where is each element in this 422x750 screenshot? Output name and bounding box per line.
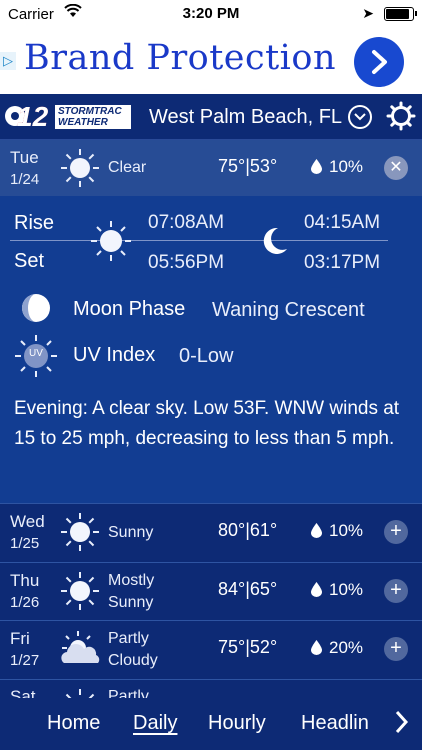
moon-phase-value: Waning Crescent [212, 299, 365, 321]
sun-icon [65, 689, 95, 698]
adchoices-icon[interactable]: ▷ [0, 52, 16, 70]
day-date: 1/25 [10, 535, 40, 552]
sunrise-time: 07:08AM [148, 212, 225, 233]
forecast-row-fri[interactable]: Fri 1/27 Partly Cloudy 75°|52° 20% + [0, 621, 422, 679]
precip-chance: 20% [329, 638, 364, 657]
temperature-range: 84°|65° [218, 579, 277, 600]
uv-index-icon: UV [14, 334, 58, 378]
precip-chance: 10% [329, 157, 364, 176]
gear-icon[interactable] [386, 101, 416, 131]
ad-arrow-button[interactable] [354, 37, 404, 87]
high-temp: 75° [218, 156, 246, 176]
ad-headline[interactable]: Brand Protection [24, 38, 336, 78]
battery-fill [386, 9, 409, 19]
high-temp: 84° [218, 579, 246, 599]
tab-daily[interactable]: Daily [133, 712, 177, 735]
temperature-range: 75°|53° [218, 156, 277, 177]
uv-badge-text: UV [29, 348, 43, 359]
expand-button[interactable]: + [384, 637, 408, 661]
forecast-row-sat[interactable]: Sat Partly [0, 680, 422, 698]
logo-brand: STORMTRAC WEATHER [55, 105, 131, 129]
chevron-down-icon [354, 113, 366, 121]
low-temp: 61° [249, 520, 278, 540]
expand-button[interactable]: + [384, 520, 408, 544]
day-date: 1/27 [10, 652, 40, 669]
forecast-row-selected[interactable]: Tue 1/24 Clear 75°|53° 10% ✕ [0, 140, 422, 198]
partly-cloudy-icon [61, 631, 100, 663]
moonrise-time: 04:15AM [304, 212, 381, 233]
day-name: Sat [10, 687, 36, 698]
location-dropdown-button[interactable] [348, 105, 372, 129]
uv-index-value: 0-Low [179, 345, 234, 367]
sun-icon [91, 221, 131, 261]
day-name: Fri [10, 629, 30, 648]
clock: 3:20 PM [182, 5, 240, 22]
day-name: Thu [10, 571, 40, 590]
crescent-moon-icon [263, 227, 287, 254]
low-temp: 52° [249, 637, 278, 657]
high-temp: 80° [218, 520, 246, 540]
forecast-row-thu[interactable]: Thu 1/26 Mostly Sunny 84°|65° 10% + [0, 563, 422, 621]
bottom-tab-bar: Home Daily Hourly Headlin [0, 698, 422, 750]
row-day: Tue 1/24 [10, 147, 39, 191]
precip-chance: 10% [329, 521, 364, 540]
logo-number: 12 [17, 101, 49, 132]
precip-chance: 10% [329, 580, 364, 599]
sun-icon [61, 513, 99, 551]
station-logo: 12 STORMTRAC WEATHER [5, 103, 131, 131]
row-day: Fri 1/27 [10, 628, 39, 672]
logo-line1: STORMTRAC [58, 106, 122, 117]
condition-text-line1: Mostly [108, 572, 155, 589]
day-detail-panel: Rise Set 07:08AM 05:56PM 04:15AM 03:17PM… [0, 196, 422, 503]
tab-headlines[interactable]: Headlin [301, 712, 369, 735]
forecast-summary: Evening: A clear sky. Low 53F. WNW winds… [14, 398, 400, 449]
moon-phase-label: Moon Phase [73, 298, 186, 320]
condition-text-line2: Cloudy [108, 652, 158, 669]
status-bar: Carrier 3:20 PM ➤ [0, 0, 422, 27]
condition-text: Partly [108, 688, 149, 698]
low-temp: 53° [249, 156, 278, 176]
sun-icon [61, 149, 99, 187]
high-temp: 75° [218, 637, 246, 657]
collapse-button[interactable]: ✕ [384, 156, 408, 180]
temperature-range: 75°|52° [218, 637, 277, 658]
condition-text: Sunny [108, 524, 154, 541]
raindrop-icon [311, 159, 322, 174]
moon-phase-icon [22, 294, 50, 322]
logo-line2: WEATHER [58, 117, 108, 128]
row-day: Sat [10, 686, 36, 698]
raindrop-icon [311, 523, 322, 538]
day-name: Tue [10, 148, 39, 167]
low-temp: 65° [249, 579, 278, 599]
condition-text: Clear [108, 159, 147, 176]
rise-set-divider [10, 240, 388, 241]
condition-text-line1: Partly [108, 630, 149, 647]
expand-button[interactable]: + [384, 579, 408, 603]
sun-icon [61, 572, 99, 610]
day-date: 1/24 [10, 171, 40, 188]
rise-label: Rise [14, 212, 55, 234]
sunset-time: 05:56PM [148, 252, 225, 273]
uv-index-label: UV Index [73, 344, 156, 366]
row-day: Wed 1/25 [10, 511, 45, 555]
moonset-time: 03:17PM [304, 252, 381, 273]
condition-text-line2: Sunny [108, 594, 154, 611]
temperature-range: 80°|61° [218, 520, 277, 541]
day-name: Wed [10, 512, 45, 531]
chevron-right-icon[interactable] [394, 709, 410, 735]
day-date: 1/26 [10, 594, 40, 611]
forecast-row-wed[interactable]: Wed 1/25 Sunny 80°|61° 10% + [0, 504, 422, 562]
raindrop-icon [311, 582, 322, 597]
chevron-right-icon [372, 50, 387, 74]
ad-banner[interactable]: ▷ Brand Protection [0, 27, 422, 94]
app-header: 12 STORMTRAC WEATHER West Palm Beach, FL [0, 94, 422, 140]
location-title[interactable]: West Palm Beach, FL [149, 106, 342, 129]
battery-icon [384, 7, 417, 21]
tab-home[interactable]: Home [47, 712, 100, 735]
location-arrow-icon: ➤ [362, 5, 374, 21]
tab-hourly[interactable]: Hourly [208, 712, 266, 735]
set-label: Set [14, 250, 45, 272]
raindrop-icon [311, 640, 322, 655]
row-day: Thu 1/26 [10, 570, 39, 614]
